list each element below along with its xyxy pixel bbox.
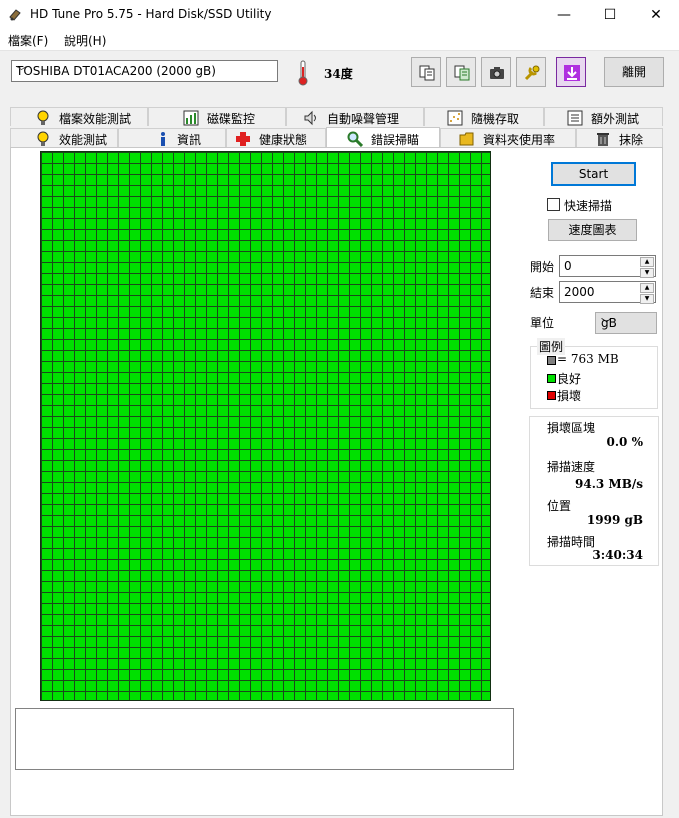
- tab-label: 額外測試: [591, 112, 640, 126]
- tab-label: 檔案效能測試: [59, 112, 132, 126]
- chevron-down-icon: ﹀: [16, 65, 27, 78]
- start-input-value: 0: [564, 259, 572, 273]
- tab-error-scan[interactable]: 錯誤掃瞄: [326, 127, 440, 148]
- close-button[interactable]: ✕: [633, 0, 679, 30]
- red-cross-icon: [236, 132, 250, 146]
- bar-chart-icon: [183, 110, 199, 126]
- info-icon: [161, 132, 165, 146]
- title-bar: HD Tune Pro 5.75 - Hard Disk/SSD Utility…: [0, 0, 679, 30]
- end-input[interactable]: 2000 ▲ ▼: [559, 281, 656, 304]
- tab-file-benchmark[interactable]: 檔案效能測試: [10, 107, 148, 126]
- tab-erase[interactable]: 抹除: [576, 128, 663, 147]
- log-box: [15, 708, 514, 770]
- scan-time-value: 3:40:34: [592, 548, 643, 562]
- start-button[interactable]: Start: [551, 162, 636, 186]
- speaker-icon: [304, 110, 316, 126]
- chevron-down-icon: ﹀: [601, 317, 612, 330]
- speed-map-button[interactable]: 速度圖表: [548, 219, 637, 241]
- good-legend-text: 良好: [557, 372, 582, 386]
- quick-scan-checkbox[interactable]: [547, 198, 560, 211]
- copy-all-button[interactable]: [446, 57, 476, 87]
- tab-row-top: 檔案效能測試 磁碟監控 自動噪聲管理 隨機存取 額外測試: [10, 107, 663, 126]
- spin-down-icon[interactable]: ▼: [640, 294, 654, 304]
- damaged-blocks-value: 0.0 %: [606, 435, 643, 449]
- options-button[interactable]: [516, 57, 546, 87]
- menu-help[interactable]: 說明(H): [64, 32, 106, 49]
- screenshot-button[interactable]: [481, 57, 511, 87]
- camera-icon: [490, 67, 504, 79]
- block-swatch: [547, 356, 556, 365]
- unit-select[interactable]: gB ﹀: [595, 312, 657, 334]
- trash-icon: [597, 133, 609, 146]
- wrench-icon: [524, 65, 540, 81]
- tab-row-bottom: 效能測試 資訊 健康狀態 錯誤掃瞄 資料夾使用率 抹除: [10, 127, 663, 148]
- tab-label: 自動噪聲管理: [327, 112, 400, 126]
- temperature-readout: 34度: [324, 67, 353, 81]
- scan-time-label: 掃描時間: [547, 535, 596, 549]
- maximize-button[interactable]: ☐: [587, 0, 633, 30]
- position-value: 1999 gB: [586, 513, 643, 527]
- tab-label: 效能測試: [59, 133, 108, 147]
- quick-scan-label: 快速掃描: [564, 199, 613, 213]
- window-title: HD Tune Pro 5.75 - Hard Disk/SSD Utility: [30, 7, 272, 21]
- start-field-label: 開始: [530, 260, 555, 274]
- tab-extra-tests[interactable]: 額外測試: [544, 107, 663, 126]
- exit-button[interactable]: 離開: [604, 57, 664, 87]
- copy-all-icon: [454, 65, 470, 81]
- menu-file[interactable]: 檔案(F): [8, 32, 48, 49]
- tab-folder-usage[interactable]: 資料夾使用率: [440, 128, 576, 147]
- copy-info-button[interactable]: [411, 57, 441, 87]
- magnifier-icon: [347, 131, 363, 147]
- folder-icon: [459, 132, 474, 146]
- scan-speed-label: 掃描速度: [547, 460, 596, 474]
- end-field-label: 結束: [530, 286, 555, 300]
- tab-label: 抹除: [619, 133, 644, 147]
- tab-label: 資料夾使用率: [483, 133, 556, 147]
- tab-health[interactable]: 健康狀態: [226, 128, 326, 147]
- list-icon: [567, 110, 583, 126]
- spin-up-icon[interactable]: ▲: [640, 283, 654, 293]
- minimize-button[interactable]: —: [541, 0, 587, 30]
- scan-block-grid: [40, 151, 491, 701]
- tab-label: 錯誤掃瞄: [371, 133, 420, 147]
- damaged-legend-text: 損壞: [557, 389, 582, 403]
- scan-speed-value: 94.3 MB/s: [575, 477, 643, 491]
- tab-label: 健康狀態: [259, 133, 308, 147]
- tab-random-access[interactable]: 隨機存取: [424, 107, 544, 126]
- good-swatch: [547, 374, 556, 383]
- scatter-icon: [447, 110, 463, 126]
- tab-label: 磁碟監控: [207, 112, 256, 126]
- position-label: 位置: [547, 499, 572, 513]
- lightbulb-icon: [37, 131, 49, 146]
- unit-label: 單位: [530, 316, 555, 330]
- end-input-value: 2000: [564, 285, 595, 299]
- damaged-swatch: [547, 391, 556, 400]
- tab-disk-monitor[interactable]: 磁碟監控: [148, 107, 286, 126]
- tab-benchmark[interactable]: 效能測試: [10, 128, 118, 147]
- tab-label: 資訊: [177, 133, 202, 147]
- tab-label: 隨機存取: [471, 112, 520, 126]
- download-arrow-icon: [564, 65, 580, 81]
- block-size-text: = 763 MB: [557, 352, 619, 366]
- drive-select[interactable]: TOSHIBA DT01ACA200 (2000 gB) ﹀: [11, 60, 278, 82]
- thermometer-icon: [298, 60, 308, 86]
- lightbulb-icon: [37, 110, 49, 125]
- damaged-blocks-label: 損壞區塊: [547, 421, 596, 435]
- menu-bar: 檔案(F) 說明(H): [0, 30, 679, 51]
- start-input[interactable]: 0 ▲ ▼: [559, 255, 656, 278]
- save-button[interactable]: [556, 57, 586, 87]
- tab-aam[interactable]: 自動噪聲管理: [286, 107, 424, 126]
- tab-info[interactable]: 資訊: [118, 128, 226, 147]
- copy-icon: [419, 65, 435, 81]
- spin-up-icon[interactable]: ▲: [640, 257, 654, 267]
- app-icon: [9, 9, 21, 21]
- spin-down-icon[interactable]: ▼: [640, 268, 654, 278]
